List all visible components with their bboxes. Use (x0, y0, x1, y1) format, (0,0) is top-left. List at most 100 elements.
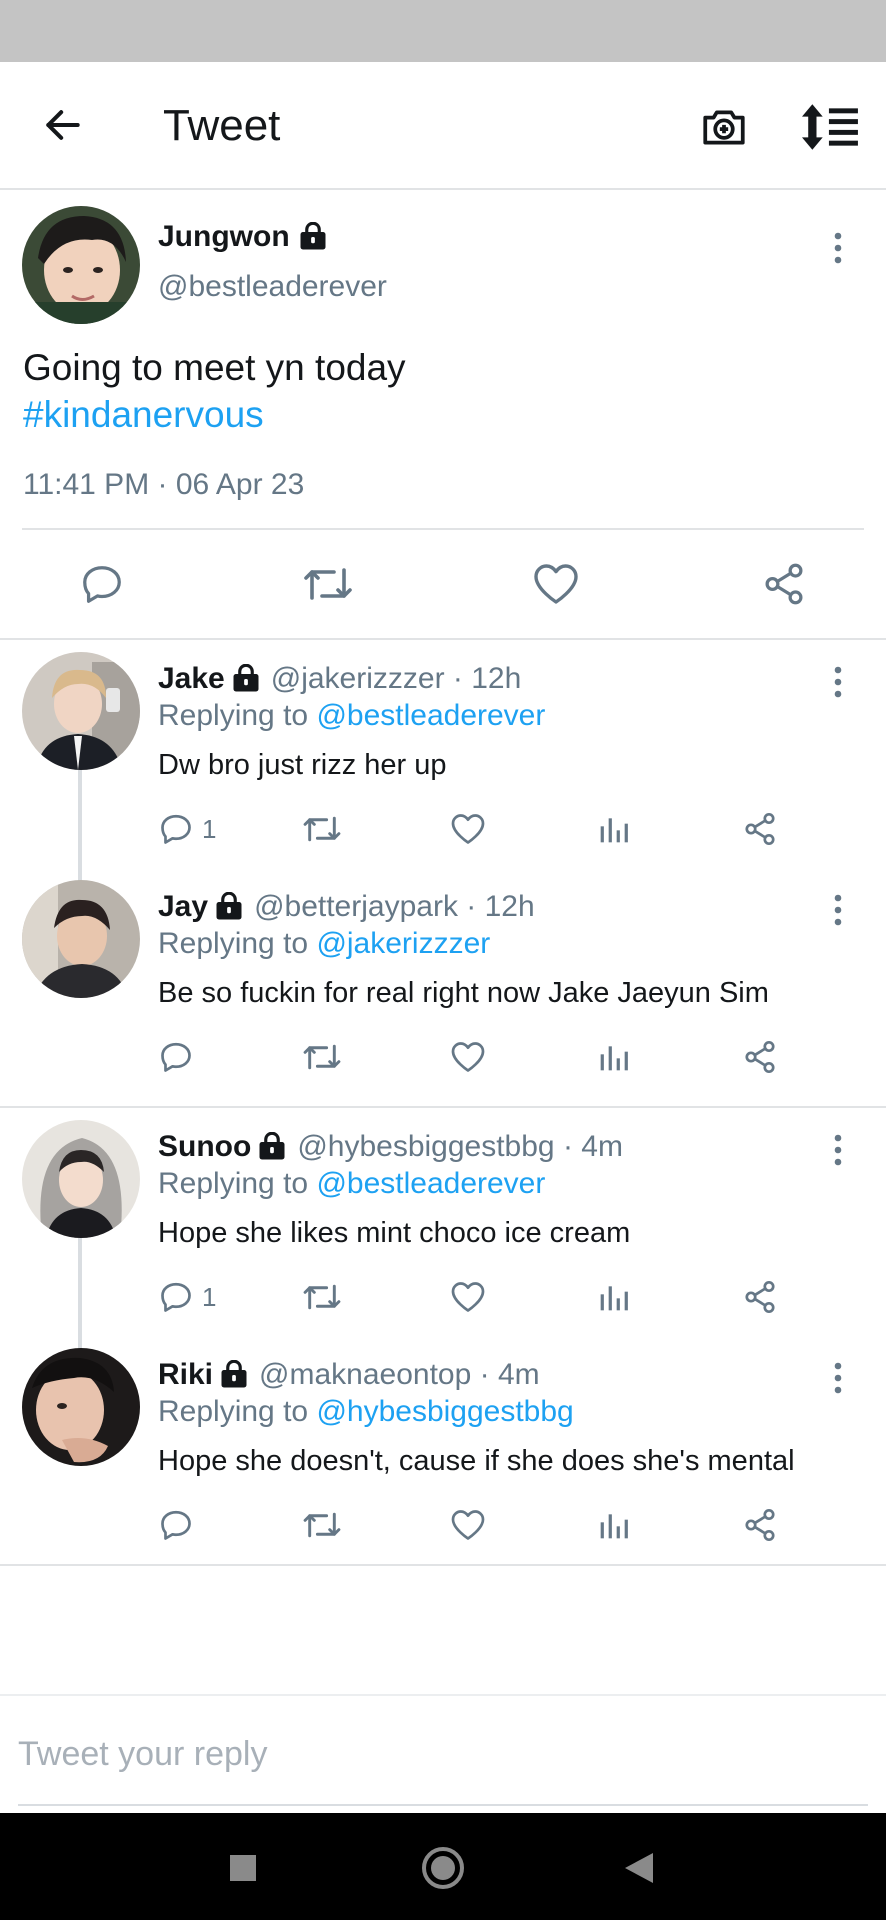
analytics-button[interactable] (598, 804, 630, 854)
reply-actions (0, 1032, 886, 1082)
hashtag-link[interactable]: #kindanervous (23, 391, 406, 438)
mention-link[interactable]: @jakerizzzer (316, 927, 490, 960)
retweet-icon (303, 1044, 341, 1070)
sort-button[interactable] (800, 100, 862, 154)
lock-icon (233, 664, 259, 692)
reply-button[interactable]: 1 (158, 1272, 216, 1322)
like-button[interactable] (450, 1032, 486, 1082)
retweet-button[interactable] (298, 554, 358, 614)
camera-button[interactable] (697, 100, 751, 154)
retweet-button[interactable] (302, 1032, 342, 1082)
replying-label: Replying to (158, 699, 317, 732)
triangle-back-icon (625, 1853, 653, 1883)
replying-to: Replying to @hybesbiggestbbg (158, 1395, 574, 1429)
home-circle-icon (422, 1847, 464, 1889)
retweet-button[interactable] (302, 1272, 342, 1322)
like-button[interactable] (526, 554, 586, 614)
tweet-body: Going to meet yn today (23, 347, 406, 388)
reply-input[interactable] (18, 1728, 868, 1780)
share-button[interactable] (742, 1032, 778, 1082)
avatar[interactable] (22, 652, 140, 770)
reply-header: Sunoo @hybesbiggestbbg · 4m (158, 1130, 623, 1164)
more-button[interactable] (820, 230, 856, 266)
retweet-icon (303, 1512, 341, 1538)
main-tweet: Jungwon @bestleaderever Going to meet yn… (0, 192, 886, 640)
back-button[interactable] (38, 100, 88, 150)
replying-label: Replying to (158, 1395, 317, 1428)
like-button[interactable] (450, 1272, 486, 1322)
bar-chart-icon (600, 1046, 628, 1071)
more-button[interactable] (820, 664, 856, 700)
share-button[interactable] (754, 554, 814, 614)
comment-icon (161, 1510, 191, 1540)
reply-header: Jay @betterjaypark · 12h (158, 890, 535, 924)
more-vertical-icon (834, 1362, 842, 1394)
retweet-icon (304, 568, 352, 600)
more-button[interactable] (820, 892, 856, 928)
reply-thread: Sunoo @hybesbiggestbbg · 4m Replying to … (0, 1110, 886, 1566)
lock-icon (300, 222, 326, 250)
square-icon (230, 1855, 256, 1881)
retweet-button[interactable] (302, 1500, 342, 1550)
reply-count: 1 (202, 1281, 217, 1312)
avatar[interactable] (22, 880, 140, 998)
replying-to: Replying to @bestleaderever (158, 699, 545, 733)
heart-icon (451, 814, 485, 844)
back-nav-button[interactable] (614, 1843, 664, 1893)
more-vertical-icon (834, 1134, 842, 1166)
reply-button[interactable] (158, 1500, 202, 1550)
mention-link[interactable]: @bestleaderever (316, 1167, 545, 1200)
lock-icon (259, 1132, 285, 1160)
share-icon (745, 1508, 775, 1542)
home-button[interactable] (418, 1843, 468, 1893)
reply-thread: Jake @jakerizzzer · 12h Replying to @bes… (0, 642, 886, 1108)
more-button[interactable] (820, 1132, 856, 1168)
share-button[interactable] (742, 1500, 778, 1550)
author-name: Riki (158, 1358, 214, 1391)
more-button[interactable] (820, 1360, 856, 1396)
analytics-button[interactable] (598, 1272, 630, 1322)
heart-icon (451, 1510, 485, 1540)
reply-tweet[interactable]: Jake @jakerizzzer · 12h Replying to @bes… (0, 642, 886, 870)
author-meta: @hybesbiggestbbg · 4m (297, 1130, 623, 1163)
analytics-button[interactable] (598, 1500, 630, 1550)
like-button[interactable] (450, 804, 486, 854)
comment-icon (161, 814, 191, 844)
reply-tweet[interactable]: Sunoo @hybesbiggestbbg · 4m Replying to … (0, 1110, 886, 1338)
reply-text: Hope she likes mint choco ice cream (158, 1217, 631, 1249)
lock-icon (216, 892, 242, 920)
share-icon (765, 563, 803, 605)
analytics-button[interactable] (598, 1032, 630, 1082)
recents-button[interactable] (218, 1843, 268, 1893)
retweet-icon (303, 816, 341, 842)
tweet-text: Going to meet yn today #kindanervous (23, 344, 406, 438)
page-title: Tweet (163, 101, 281, 150)
mention-link[interactable]: @bestleaderever (316, 699, 545, 732)
share-button[interactable] (742, 1272, 778, 1322)
reply-actions: 1 (0, 804, 886, 854)
reply-button[interactable] (72, 554, 132, 614)
reply-button[interactable]: 1 (158, 804, 216, 854)
reply-text: Hope she doesn't, cause if she does she'… (158, 1445, 795, 1477)
reply-tweet[interactable]: Jay @betterjaypark · 12h Replying to @ja… (0, 870, 886, 1098)
like-button[interactable] (450, 1500, 486, 1550)
reply-header: Jake @jakerizzzer · 12h (158, 662, 521, 696)
retweet-button[interactable] (302, 804, 342, 854)
share-icon (745, 1040, 775, 1074)
input-underline (18, 1804, 868, 1806)
avatar[interactable] (22, 206, 140, 324)
share-icon (745, 812, 775, 846)
lock-icon (221, 1360, 247, 1388)
avatar[interactable] (22, 1348, 140, 1466)
mention-link[interactable]: @hybesbiggestbbg (316, 1395, 573, 1428)
avatar[interactable] (22, 1120, 140, 1238)
author-meta: @betterjaypark · 12h (254, 890, 535, 923)
share-button[interactable] (742, 804, 778, 854)
divider (22, 528, 864, 530)
comment-icon (161, 1042, 191, 1072)
tweet-timestamp: 11:41 PM · 06 Apr 23 (23, 468, 305, 501)
reply-text: Dw bro just rizz her up (158, 749, 447, 781)
reply-tweet[interactable]: Riki @maknaeontop · 4m Replying to @hybe… (0, 1338, 886, 1566)
heart-icon (534, 564, 578, 604)
reply-button[interactable] (158, 1032, 202, 1082)
